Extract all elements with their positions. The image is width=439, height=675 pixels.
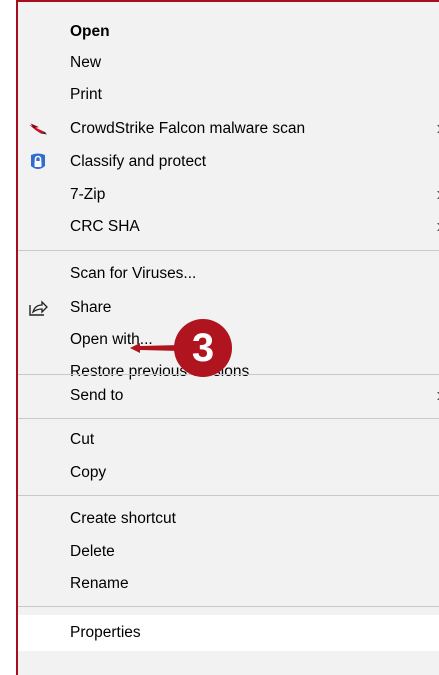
menu-item-label: Open — [70, 23, 110, 40]
menu-item-classify-protect[interactable]: Classify and protect — [18, 146, 439, 178]
menu-item-scan-viruses[interactable]: Scan for Viruses... — [18, 258, 439, 290]
menu-item-properties[interactable]: Properties — [18, 615, 439, 651]
menu-item-print[interactable]: Print — [18, 79, 439, 111]
menu-item-label: Copy — [70, 464, 107, 481]
menu-item-open[interactable]: Open — [18, 16, 439, 48]
menu-item-share[interactable]: Share — [18, 292, 439, 324]
menu-item-label: Rename — [70, 575, 129, 592]
menu-item-delete[interactable]: Delete — [18, 536, 439, 568]
menu-item-label: Properties — [70, 624, 141, 641]
menu-item-create-shortcut[interactable]: Create shortcut — [18, 503, 439, 535]
menu-separator — [18, 495, 439, 496]
menu-item-send-to[interactable]: Send to › — [18, 380, 439, 412]
menu-separator — [18, 418, 439, 419]
menu-item-label: 7-Zip — [70, 186, 106, 203]
menu-item-label: New — [70, 54, 102, 71]
menu-item-label: Delete — [70, 543, 115, 560]
menu-item-copy[interactable]: Copy — [18, 457, 439, 489]
step-number-badge: 3 — [174, 319, 232, 377]
menu-item-rename[interactable]: Rename — [18, 568, 439, 600]
menu-separator — [18, 606, 439, 607]
share-icon — [28, 298, 48, 318]
callout-pointer-arrow — [130, 343, 180, 353]
menu-item-label: Print — [70, 86, 102, 103]
menu-separator — [18, 250, 439, 251]
menu-item-label: Cut — [70, 431, 95, 448]
menu-item-label: Share — [70, 299, 112, 316]
menu-item-new[interactable]: New — [18, 47, 439, 79]
menu-item-label: Create shortcut — [70, 510, 176, 527]
menu-item-label: Scan for Viruses... — [70, 265, 197, 282]
menu-item-crowdstrike-scan[interactable]: CrowdStrike Falcon malware scan › — [18, 113, 439, 145]
menu-separator — [18, 374, 439, 375]
crowdstrike-falcon-icon — [28, 119, 48, 139]
menu-item-7zip[interactable]: 7-Zip › — [18, 179, 439, 211]
shield-lock-icon — [28, 152, 48, 172]
menu-item-label: Send to — [70, 387, 124, 404]
menu-item-crc-sha[interactable]: CRC SHA › — [18, 211, 439, 243]
menu-item-label: CRC SHA — [70, 218, 140, 235]
menu-item-label: CrowdStrike Falcon malware scan — [70, 120, 306, 137]
menu-item-label: Classify and protect — [70, 153, 207, 170]
menu-item-cut[interactable]: Cut — [18, 424, 439, 456]
